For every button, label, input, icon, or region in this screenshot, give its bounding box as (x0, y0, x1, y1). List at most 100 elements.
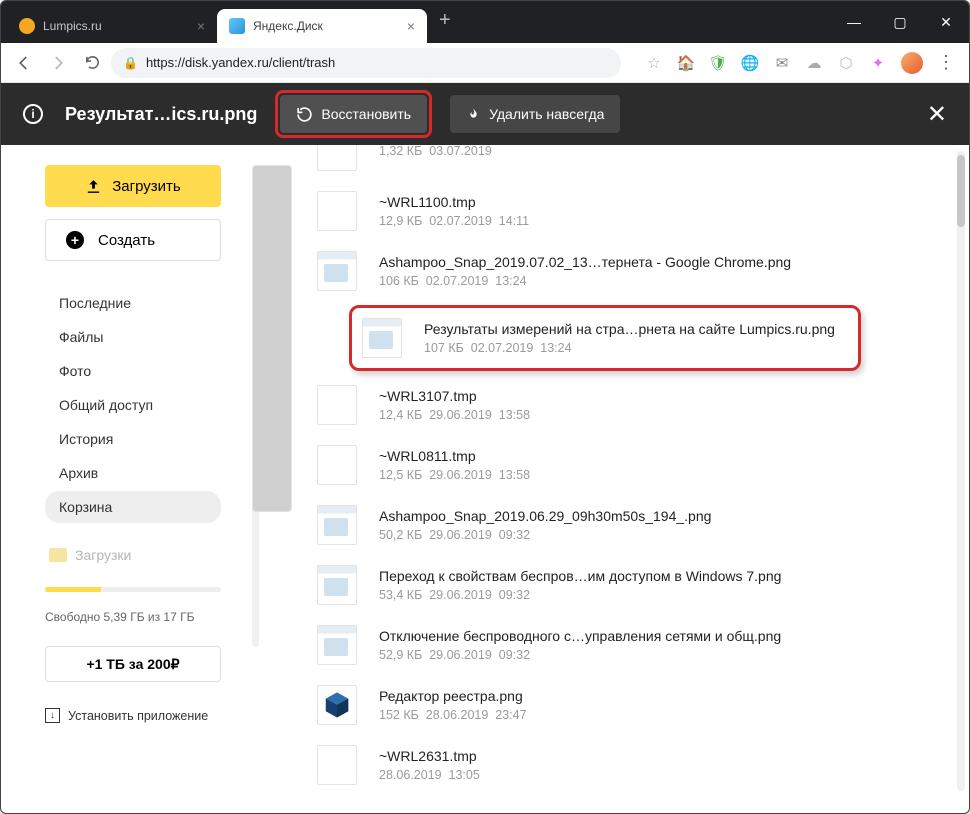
file-thumb-icon (317, 685, 357, 725)
file-meta: 1,32 КБ 03.07.2019 (379, 145, 492, 158)
promo-button[interactable]: +1 ТБ за 200₽ (45, 646, 221, 682)
window-close-button[interactable]: ✕ (923, 1, 969, 43)
address-bar[interactable]: 🔒 https://disk.yandex.ru/client/trash (111, 48, 621, 78)
file-meta: 28.06.2019 13:05 (379, 768, 480, 782)
file-thumb-icon (317, 385, 357, 425)
sidebar-item-6[interactable]: Корзина (45, 491, 221, 523)
tab-close-icon[interactable]: × (197, 18, 205, 34)
file-thumb-icon (317, 745, 357, 785)
restore-label: Восстановить (321, 106, 411, 122)
file-meta: 50,2 КБ 29.06.2019 09:32 (379, 528, 711, 542)
undo-icon (296, 106, 313, 123)
sidebar-item-3[interactable]: Общий доступ (45, 389, 221, 421)
file-meta: 106 КБ 02.07.2019 13:24 (379, 274, 791, 288)
fire-icon (466, 107, 481, 122)
file-row[interactable]: 1,32 КБ 03.07.2019 (311, 145, 903, 181)
quota-bar (45, 587, 221, 592)
file-thumb-icon (317, 145, 357, 171)
favicon-icon (229, 18, 245, 34)
file-row[interactable]: ~WRL2631.tmp 28.06.2019 13:05 (311, 735, 903, 795)
file-name: ~WRL1100.tmp (379, 194, 529, 210)
folder-icon (49, 548, 67, 562)
info-icon[interactable]: i (23, 104, 43, 124)
sidebar-item-2[interactable]: Фото (45, 355, 221, 387)
favicon-icon (19, 18, 35, 34)
file-name: ~WRL2631.tmp (379, 748, 480, 764)
file-name: ~WRL0811.tmp (379, 448, 530, 464)
browser-toolbar: 🔒 https://disk.yandex.ru/client/trash ☆ … (1, 43, 969, 83)
file-meta: 52,9 КБ 29.06.2019 09:32 (379, 648, 781, 662)
nav-back-button[interactable] (9, 48, 39, 78)
file-row[interactable]: Отключение беспроводного с…управления се… (311, 615, 903, 675)
file-thumb-icon (317, 565, 357, 605)
close-selection-button[interactable]: ✕ (927, 100, 947, 129)
window-minimize-button[interactable]: — (831, 1, 877, 43)
create-button[interactable]: + Создать (45, 219, 221, 261)
browser-tab-yandex-disk[interactable]: Яндекс.Диск × (217, 9, 427, 43)
extension-icon[interactable]: 🏠 (677, 54, 695, 72)
sidebar-item-4[interactable]: История (45, 423, 221, 455)
extension-icon[interactable]: ✦ (869, 54, 887, 72)
file-name: Результаты измерений на стра…рнета на са… (424, 321, 835, 337)
file-row[interactable]: ~WRL0811.tmp 12,5 КБ 29.06.2019 13:58 (311, 435, 903, 495)
profile-avatar[interactable] (901, 52, 923, 74)
sidebar-item-0[interactable]: Последние (45, 287, 221, 319)
upload-button[interactable]: Загрузить (45, 165, 221, 207)
create-label: Создать (98, 232, 155, 249)
file-thumb-icon (317, 191, 357, 231)
sidebar-scrollbar[interactable] (252, 165, 259, 647)
sidebar-item-1[interactable]: Файлы (45, 321, 221, 353)
browser-tab-lumpics[interactable]: Lumpics.ru × (7, 9, 217, 43)
star-bookmark-icon[interactable]: ☆ (645, 54, 663, 72)
plus-icon: + (66, 231, 84, 249)
extension-icon[interactable]: ⬡ (837, 54, 855, 72)
file-list-scrollbar[interactable] (957, 151, 965, 791)
sidebar: Загрузить + Создать ПоследниеФайлыФотоОб… (1, 145, 263, 797)
extension-icon[interactable]: ✉ (773, 54, 791, 72)
file-meta: 12,9 КБ 02.07.2019 14:11 (379, 214, 529, 228)
file-row[interactable]: Редактор реестра.png 152 КБ 28.06.2019 23… (311, 675, 903, 735)
upload-label: Загрузить (112, 178, 181, 195)
nav-reload-button[interactable] (77, 48, 107, 78)
promo-label: +1 ТБ за 200₽ (86, 656, 179, 673)
extension-icon[interactable]: 🌐 (741, 54, 759, 72)
file-thumb-icon (317, 505, 357, 545)
sidebar-nav: ПоследниеФайлыФотоОбщий доступИсторияАрх… (45, 287, 221, 523)
highlight-annotation: Восстановить (275, 90, 432, 138)
file-row[interactable]: Результаты измерений на стра…рнета на са… (362, 314, 848, 362)
file-row[interactable]: Переход к свойствам беспров…им доступом … (311, 555, 903, 615)
browser-menu-button[interactable]: ⋮ (937, 52, 955, 73)
file-thumb-icon (362, 318, 402, 358)
file-name: Редактор реестра.png (379, 688, 527, 704)
nav-forward-button[interactable] (43, 48, 73, 78)
delete-forever-label: Удалить навсегда (489, 106, 604, 122)
file-meta: 107 КБ 02.07.2019 13:24 (424, 341, 835, 355)
extension-icon[interactable]: ☁ (805, 54, 823, 72)
file-thumb-icon (317, 625, 357, 665)
extension-icon[interactable]: 🛡 (709, 54, 727, 72)
file-meta: 12,5 КБ 29.06.2019 13:58 (379, 468, 530, 482)
file-name: Переход к свойствам беспров…им доступом … (379, 568, 781, 584)
url-text: https://disk.yandex.ru/client/trash (146, 55, 335, 70)
sidebar-folder-downloads[interactable]: Загрузки (45, 541, 221, 569)
file-row[interactable]: ~WRL1100.tmp 12,9 КБ 02.07.2019 14:11 (311, 181, 903, 241)
upload-icon (85, 178, 102, 195)
quota-text: Свободно 5,39 ГБ из 17 ГБ (45, 610, 247, 624)
file-row[interactable]: Ashampoo_Snap_2019.06.29_09h30m50s_194_.… (311, 495, 903, 555)
lock-icon: 🔒 (123, 56, 138, 70)
file-row[interactable]: Ashampoo_Snap_2019.07.02_13…тернета - Go… (311, 241, 903, 301)
folder-label: Загрузки (75, 547, 131, 563)
file-row[interactable]: ~WRL3107.tmp12,4 КБ 29.06.2019 13:58 (311, 375, 903, 435)
restore-button[interactable]: Восстановить (280, 95, 427, 133)
tab-close-icon[interactable]: × (407, 18, 415, 34)
new-tab-button[interactable]: + (427, 9, 463, 32)
install-app-link[interactable]: ↓ Установить приложение (45, 708, 247, 723)
tab-title: Яндекс.Диск (253, 19, 323, 33)
file-meta: 152 КБ 28.06.2019 23:47 (379, 708, 527, 722)
window-maximize-button[interactable]: ▢ (877, 1, 923, 43)
download-icon: ↓ (45, 708, 60, 723)
delete-forever-button[interactable]: Удалить навсегда (450, 95, 620, 133)
file-name: ~WRL3107.tmp (379, 388, 530, 404)
file-meta: 53,4 КБ 29.06.2019 09:32 (379, 588, 781, 602)
sidebar-item-5[interactable]: Архив (45, 457, 221, 489)
